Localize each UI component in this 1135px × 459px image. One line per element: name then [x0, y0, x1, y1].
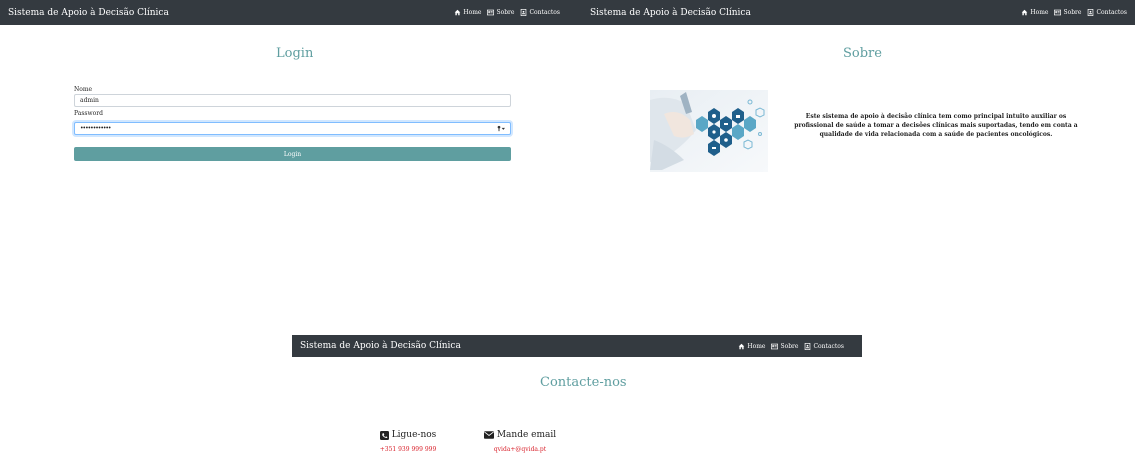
navbar-brand[interactable]: Sistema de Apoio à Decisão Clínica [300, 341, 461, 351]
email-heading: Mande email [480, 430, 560, 440]
nav-home-label: Home [747, 342, 766, 350]
nav-sobre[interactable]: Sobre [487, 9, 514, 16]
navbar-brand[interactable]: Sistema de Apoio à Decisão Clínica [590, 8, 751, 18]
nav-home[interactable]: Home [738, 343, 765, 350]
name-input[interactable]: admin [74, 94, 511, 107]
home-icon [739, 343, 745, 349]
phone-number[interactable]: +351 939 999 999 [368, 446, 448, 453]
phone-heading: Ligue-nos [368, 430, 448, 440]
medical-technology-image [650, 90, 768, 172]
info-card-icon [487, 9, 495, 16]
navbar-links: Home Sobre Contactos [1021, 9, 1127, 16]
navbar-links: Home Sobre Contactos [738, 342, 844, 350]
password-key-icon[interactable] [497, 125, 505, 134]
phone-contact: Ligue-nos +351 939 999 999 [368, 430, 448, 453]
email-contact: Mande email qvida+@qvida.pt [480, 430, 560, 453]
phone-square-icon [379, 430, 389, 440]
email-address[interactable]: qvida+@qvida.pt [480, 446, 560, 453]
login-button[interactable]: Login [74, 147, 511, 161]
sobre-title: Sobre [843, 46, 882, 61]
key-dropdown-icon [497, 125, 505, 132]
nav-contactos[interactable]: Contactos [520, 9, 560, 16]
nav-contactos-label: Contactos [529, 9, 560, 16]
nav-contactos[interactable]: Contactos [804, 342, 844, 350]
navbar-links: Home Sobre Contactos [454, 9, 560, 16]
name-label: Nome [74, 86, 93, 93]
password-value: •••••••••••• [80, 125, 111, 132]
home-icon [455, 9, 461, 16]
nav-sobre-label: Sobre [780, 342, 799, 350]
nav-home[interactable]: Home [1021, 9, 1048, 16]
nav-home-label: Home [463, 9, 482, 16]
info-card-icon [1054, 9, 1062, 16]
nav-sobre[interactable]: Sobre [771, 343, 798, 350]
nav-sobre-label: Sobre [496, 9, 515, 16]
sobre-line-1: Este sistema de apoio à decisão clínica … [805, 113, 1067, 120]
navbar-brand[interactable]: Sistema de Apoio à Decisão Clínica [8, 8, 169, 18]
contact-book-icon [521, 9, 527, 16]
sobre-line-2: profissional de saúde a tomar a decisões… [794, 122, 1078, 129]
nav-contactos[interactable]: Contactos [1087, 9, 1127, 16]
navbar-right: Sistema de Apoio à Decisão Clínica Home … [578, 0, 1135, 25]
password-input[interactable]: •••••••••••• [74, 122, 511, 135]
nav-home-label: Home [1030, 9, 1049, 16]
nav-contactos-label: Contactos [813, 342, 844, 350]
login-title: Login [276, 46, 314, 61]
nav-contactos-label: Contactos [1096, 9, 1127, 16]
sobre-description: Este sistema de apoio à decisão clínica … [786, 112, 1086, 139]
contact-book-icon [1088, 9, 1094, 16]
sobre-line-3: qualidade de vida relacionada com a saúd… [819, 131, 1053, 138]
envelope-icon [483, 431, 494, 439]
nav-sobre[interactable]: Sobre [1054, 9, 1081, 16]
navbar-center: Sistema de Apoio à Decisão Clínica Home … [292, 335, 862, 357]
phone-title: Ligue-nos [391, 430, 437, 440]
contact-book-icon [805, 342, 811, 350]
nav-home[interactable]: Home [454, 9, 481, 16]
email-title: Mande email [496, 430, 557, 440]
medical-hexagon-illustration [650, 90, 768, 172]
navbar-left: Sistema de Apoio à Decisão Clínica Home … [0, 0, 578, 25]
info-card-icon [771, 343, 779, 349]
contact-title: Contacte-nos [540, 375, 627, 390]
nav-sobre-label: Sobre [1063, 9, 1082, 16]
home-icon [1022, 9, 1028, 16]
password-label: Password [74, 110, 103, 117]
